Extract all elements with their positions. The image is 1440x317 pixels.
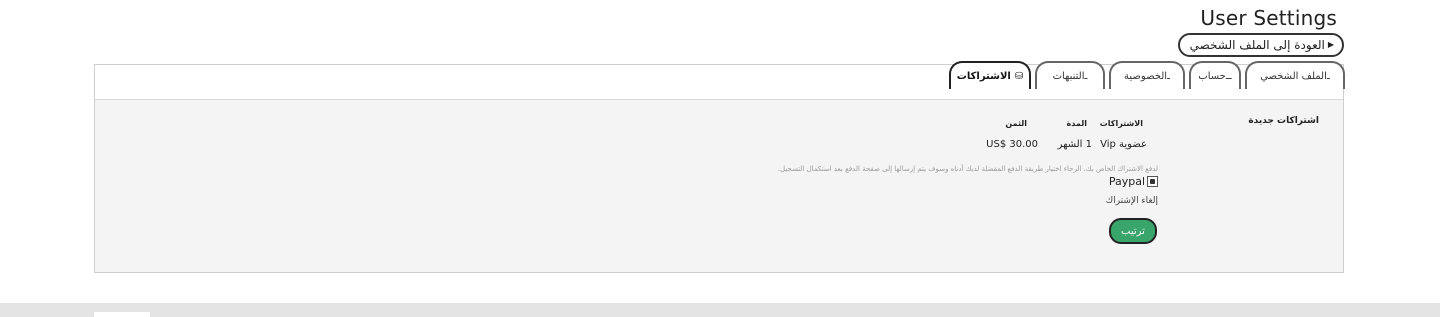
tab-privacy[interactable]: ـ الخصوصية	[1109, 61, 1185, 89]
coins-icon: ⛁	[1014, 70, 1024, 82]
order-button[interactable]: ترتيب	[1109, 218, 1157, 244]
tab-privacy-label: الخصوصية	[1124, 70, 1168, 82]
footer-tab	[94, 312, 150, 317]
radio-checked-icon[interactable]	[1147, 176, 1158, 187]
settings-tab-bar: ـ الملف الشخصي ــ حساب ـ الخصوصية ـ التن…	[95, 61, 1345, 100]
tab-subscriptions[interactable]: ⛁ الاشتراكات	[949, 61, 1031, 89]
tab-profile-prefix: ـ	[1326, 70, 1330, 82]
subscription-name: عضوية Vip	[1100, 139, 1147, 150]
settings-panel: ـ الملف الشخصي ــ حساب ـ الخصوصية ـ التن…	[94, 61, 1345, 273]
tab-account-prefix: ــ	[1225, 70, 1232, 82]
column-header-price: الثمن	[1005, 119, 1027, 128]
subscription-duration: 1 الشهر	[1057, 139, 1092, 150]
tab-notifications-prefix: ـ	[1084, 70, 1088, 82]
column-header-duration: المدة	[1066, 119, 1087, 128]
footer-band	[0, 303, 1440, 317]
tab-account-label: حساب	[1198, 70, 1226, 82]
column-header-subscription: الاشتراكات	[1099, 119, 1143, 128]
payment-option-label: Paypal	[1108, 175, 1145, 188]
tab-subscriptions-label: الاشتراكات	[956, 70, 1011, 82]
new-subscriptions-heading: اشتراكات جديدة	[1248, 116, 1319, 126]
tab-account[interactable]: ــ حساب	[1189, 61, 1241, 89]
page-title: User Settings	[1200, 6, 1337, 30]
back-to-profile-button[interactable]: ▶ العودة إلى الملف الشخصي	[1177, 33, 1344, 57]
caret-right-icon: ▶	[1327, 40, 1334, 49]
payment-instructions: لدفع الاشتراك الخاص بك، الرجاء اختيار طر…	[777, 165, 1158, 173]
tab-privacy-prefix: ـ	[1167, 70, 1170, 82]
cancel-subscription-link[interactable]: إلغاء الإشتراك	[1106, 196, 1158, 206]
tab-profile-label: الملف الشخصي	[1260, 70, 1327, 82]
subscription-price: US$ 30.00	[986, 139, 1038, 150]
tab-notifications[interactable]: ـ التنبهات	[1035, 61, 1105, 89]
tab-profile[interactable]: ـ الملف الشخصي	[1245, 61, 1345, 89]
tab-notifications-label: التنبهات	[1052, 70, 1085, 82]
subscriptions-content: اشتراكات جديدة الاشتراكات المدة الثمن عض…	[95, 99, 1343, 272]
payment-option-paypal[interactable]: Paypal	[1109, 175, 1158, 188]
back-to-profile-label: العودة إلى الملف الشخصي	[1189, 38, 1325, 52]
